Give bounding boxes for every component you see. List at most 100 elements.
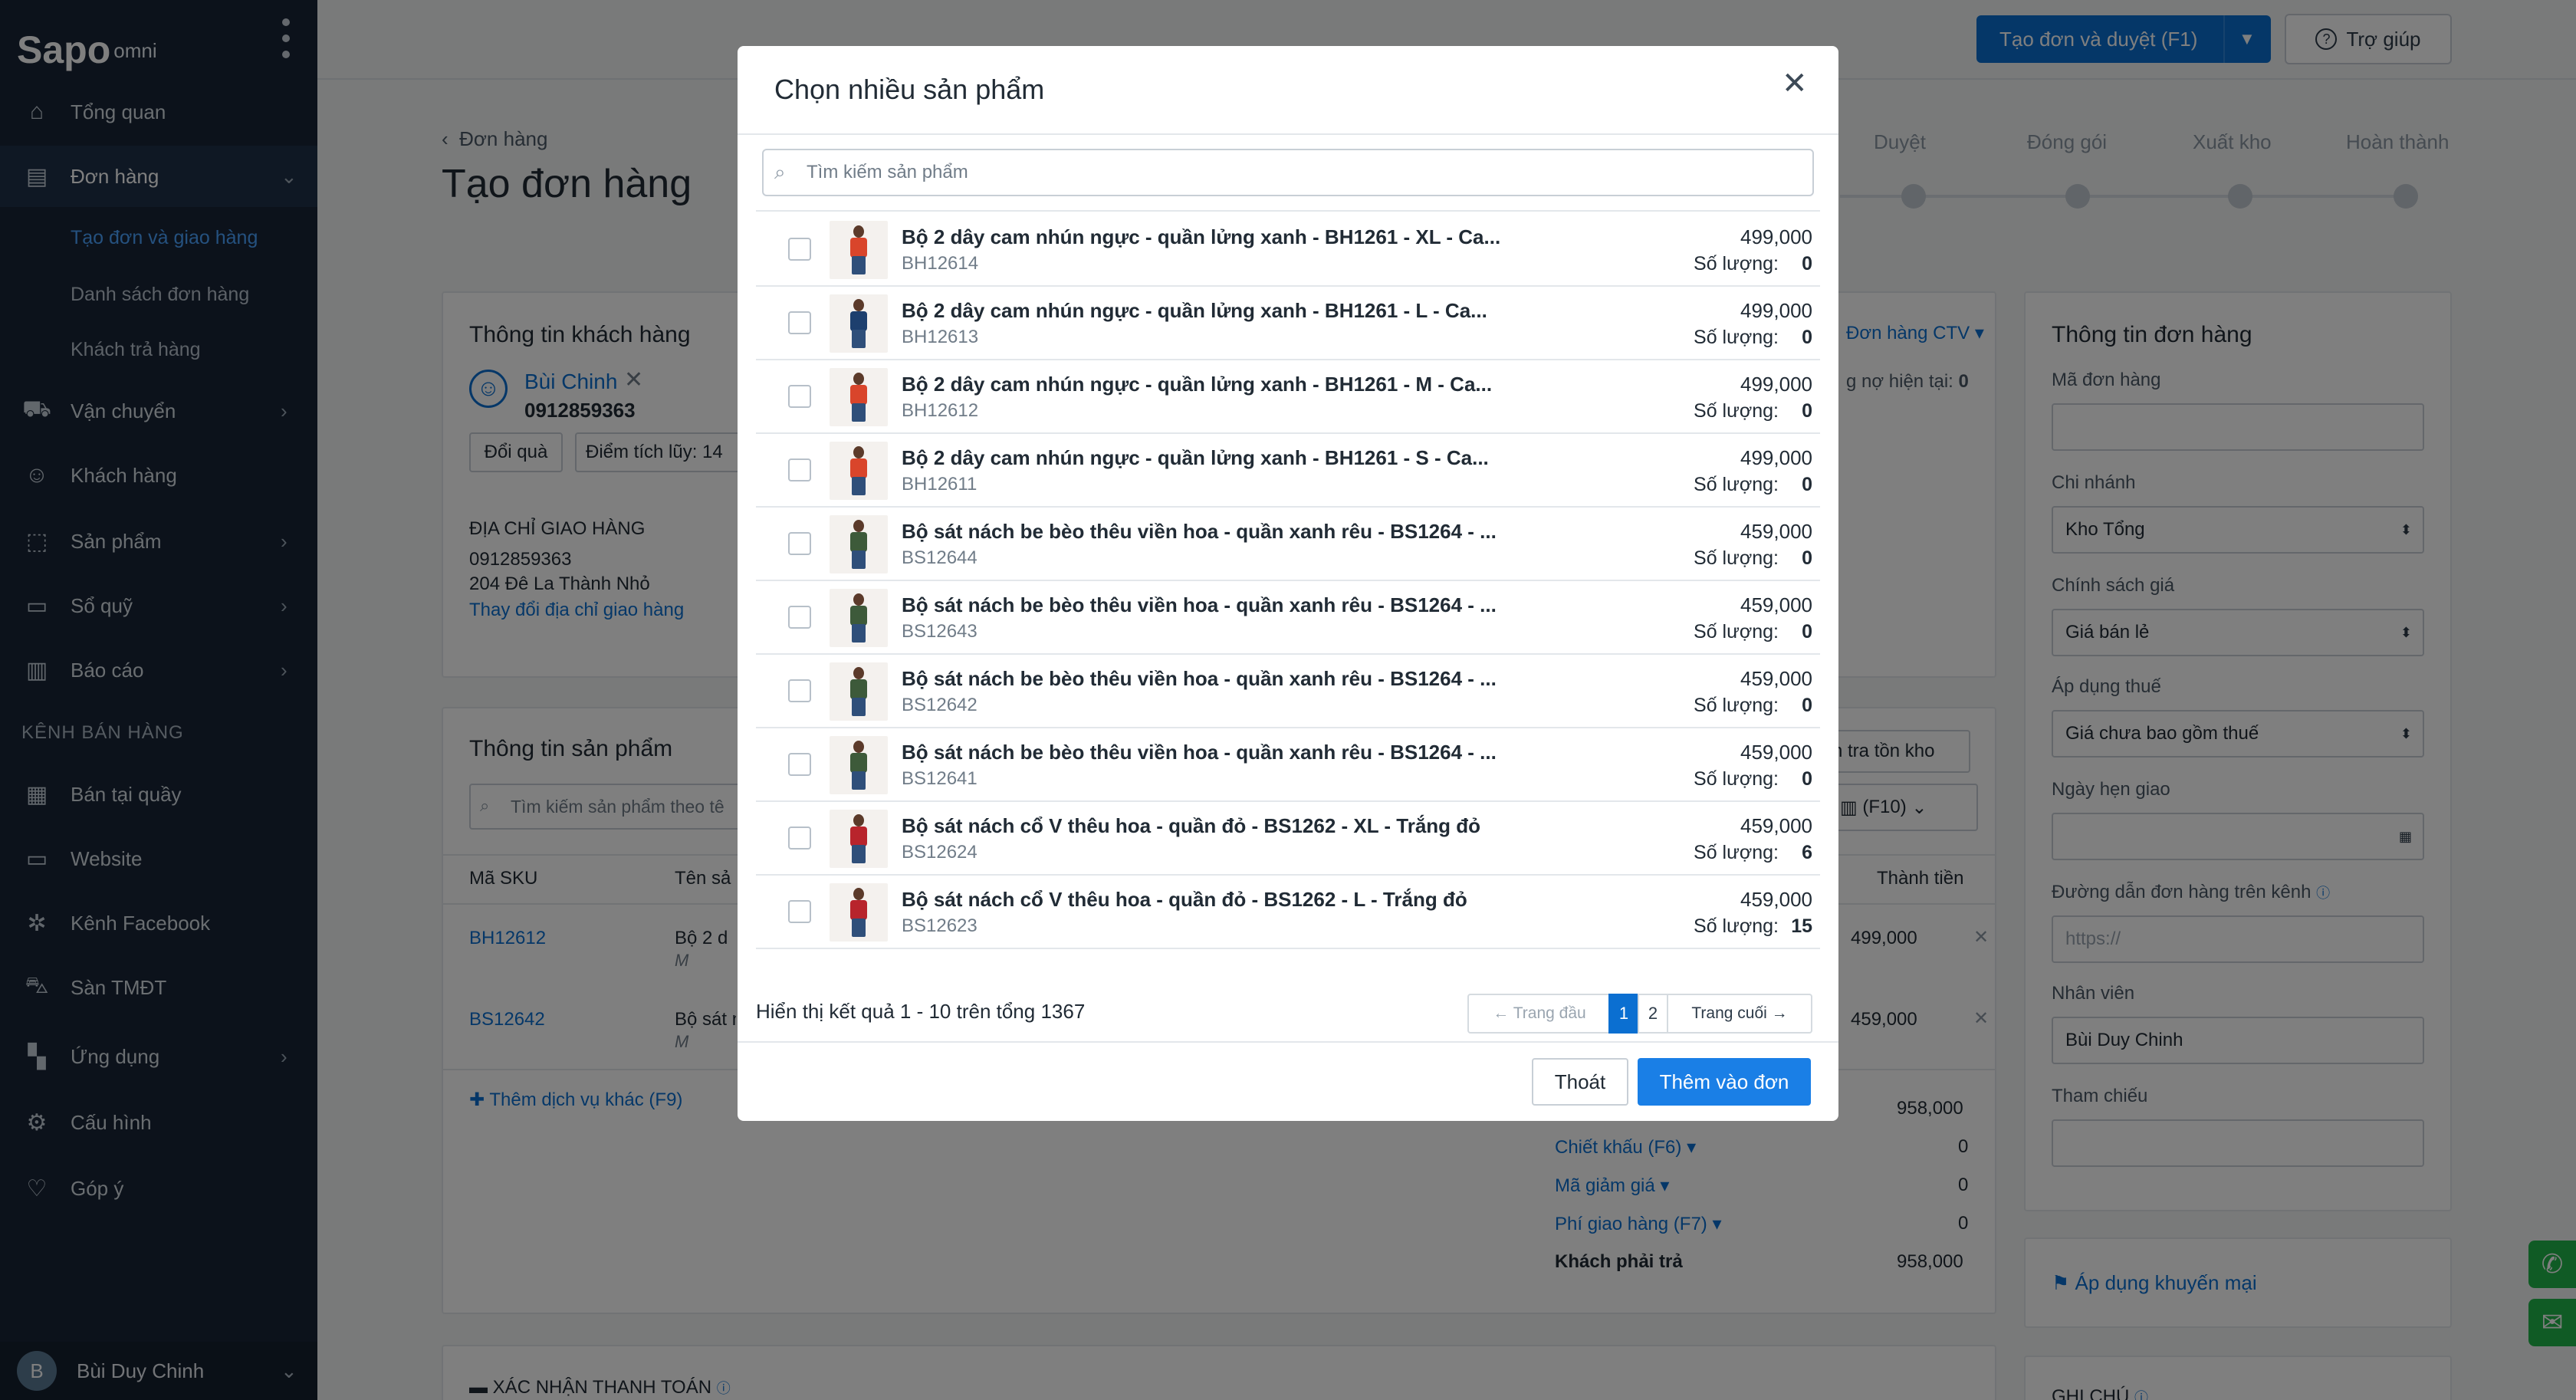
product-name: Bộ sát nách be bèo thêu viền hoa - quần … xyxy=(902,667,1497,690)
product-sku: BS12623 xyxy=(902,915,978,936)
qty-label: Số lượng: xyxy=(1694,547,1779,569)
product-name: Bộ 2 dây cam nhún ngực - quần lửng xanh … xyxy=(902,446,1489,469)
product-checkbox[interactable] xyxy=(788,827,811,850)
qty-value: 0 xyxy=(1802,474,1812,495)
product-price: 459,000 xyxy=(1740,520,1812,543)
product-name: Bộ sát nách cổ V thêu hoa - quần đỏ - BS… xyxy=(902,888,1467,911)
product-row[interactable]: Bộ 2 dây cam nhún ngực - quần lửng xanh … xyxy=(756,213,1820,287)
product-qty: Số lượng: 0 xyxy=(1694,253,1812,275)
qty-value: 0 xyxy=(1802,253,1812,274)
qty-value: 0 xyxy=(1802,695,1812,716)
product-thumbnail xyxy=(830,294,888,353)
product-thumbnail xyxy=(830,589,888,647)
product-name: Bộ sát nách cổ V thêu hoa - quần đỏ - BS… xyxy=(902,814,1481,837)
product-sku: BH12612 xyxy=(902,400,979,421)
product-sku: BS12642 xyxy=(902,695,978,715)
qty-value: 6 xyxy=(1802,842,1812,863)
qty-value: 0 xyxy=(1802,547,1812,569)
product-row[interactable]: Bộ 2 dây cam nhún ngực - quần lửng xanh … xyxy=(756,360,1820,434)
product-row[interactable]: Bộ sát nách be bèo thêu viền hoa - quần … xyxy=(756,655,1820,728)
product-qty: Số lượng: 0 xyxy=(1694,621,1812,643)
qty-label: Số lượng: xyxy=(1694,327,1779,348)
product-checkbox[interactable] xyxy=(788,679,811,702)
product-sku: BS12643 xyxy=(902,621,978,642)
qty-value: 0 xyxy=(1802,400,1812,422)
product-thumbnail xyxy=(830,368,888,426)
pager-last[interactable]: Trang cuối → xyxy=(1667,994,1812,1034)
product-thumbnail xyxy=(830,883,888,942)
product-checkbox[interactable] xyxy=(788,238,811,261)
product-checkbox[interactable] xyxy=(788,753,811,776)
product-row[interactable]: Bộ sát nách cổ V thêu hoa - quần đỏ - BS… xyxy=(756,802,1820,876)
product-checkbox[interactable] xyxy=(788,532,811,555)
select-products-modal: Chọn nhiều sản phẩm ✕ ⌕ Tìm kiếm sản phẩ… xyxy=(738,46,1838,1121)
product-sku: BS12624 xyxy=(902,842,978,863)
product-thumbnail xyxy=(830,515,888,573)
product-sku: BH12611 xyxy=(902,474,978,495)
exit-button[interactable]: Thoát xyxy=(1532,1058,1628,1106)
close-icon[interactable]: ✕ xyxy=(1782,66,1808,101)
product-qty: Số lượng: 0 xyxy=(1694,768,1812,790)
product-price: 499,000 xyxy=(1740,446,1812,469)
product-name: Bộ sát nách be bèo thêu viền hoa - quần … xyxy=(902,593,1497,616)
pager-page-1[interactable]: 1 xyxy=(1608,994,1639,1034)
product-checkbox[interactable] xyxy=(788,458,811,481)
product-price: 459,000 xyxy=(1740,888,1812,911)
product-sku: BS12644 xyxy=(902,547,978,568)
product-sku: BH12613 xyxy=(902,327,979,347)
product-price: 499,000 xyxy=(1740,225,1812,248)
product-checkbox[interactable] xyxy=(788,606,811,629)
product-row[interactable]: Bộ sát nách be bèo thêu viền hoa - quần … xyxy=(756,508,1820,581)
pager-first[interactable]: ← Trang đầu xyxy=(1467,994,1612,1034)
product-row[interactable]: Bộ 2 dây cam nhún ngực - quần lửng xanh … xyxy=(756,434,1820,508)
qty-label: Số lượng: xyxy=(1694,621,1779,642)
product-price: 459,000 xyxy=(1740,667,1812,690)
product-row[interactable]: Bộ sát nách be bèo thêu viền hoa - quần … xyxy=(756,581,1820,655)
product-qty: Số lượng: 0 xyxy=(1694,400,1812,422)
qty-label: Số lượng: xyxy=(1694,768,1779,790)
product-price: 459,000 xyxy=(1740,593,1812,616)
qty-value: 0 xyxy=(1802,327,1812,348)
search-icon: ⌕ xyxy=(774,160,786,183)
product-row[interactable]: Bộ sát nách cổ V thêu hoa - quần đỏ - BS… xyxy=(756,876,1820,949)
qty-label: Số lượng: xyxy=(1694,474,1779,495)
product-checkbox[interactable] xyxy=(788,900,811,923)
pager-page-2[interactable]: 2 xyxy=(1638,994,1668,1034)
product-qty: Số lượng: 6 xyxy=(1694,842,1812,864)
result-count: Hiển thị kết quả 1 - 10 trên tổng 1367 xyxy=(756,1000,1086,1023)
product-qty: Số lượng: 0 xyxy=(1694,474,1812,496)
product-price: 459,000 xyxy=(1740,814,1812,837)
qty-label: Số lượng: xyxy=(1694,842,1779,863)
qty-label: Số lượng: xyxy=(1694,400,1779,422)
product-qty: Số lượng: 0 xyxy=(1694,327,1812,349)
qty-value: 0 xyxy=(1802,768,1812,790)
product-row[interactable]: Bộ sát nách be bèo thêu viền hoa - quần … xyxy=(756,728,1820,802)
product-sku: BS12641 xyxy=(902,768,978,789)
product-sku: BH12614 xyxy=(902,253,979,274)
product-thumbnail xyxy=(830,221,888,279)
qty-label: Số lượng: xyxy=(1694,915,1779,937)
qty-value: 15 xyxy=(1791,915,1812,937)
modal-title: Chọn nhiều sản phẩm xyxy=(774,74,1045,105)
qty-value: 0 xyxy=(1802,621,1812,642)
product-name: Bộ sát nách be bèo thêu viền hoa - quần … xyxy=(902,520,1497,543)
product-row[interactable]: Bộ 2 dây cam nhún ngực - quần lửng xanh … xyxy=(756,287,1820,360)
qty-label: Số lượng: xyxy=(1694,695,1779,716)
product-qty: Số lượng: 15 xyxy=(1694,915,1812,938)
add-to-order-button[interactable]: Thêm vào đơn xyxy=(1638,1058,1811,1106)
product-name: Bộ sát nách be bèo thêu viền hoa - quần … xyxy=(902,741,1497,764)
modal-search-placeholder: Tìm kiếm sản phẩm xyxy=(807,162,968,182)
product-name: Bộ 2 dây cam nhún ngực - quần lửng xanh … xyxy=(902,225,1501,248)
product-checkbox[interactable] xyxy=(788,311,811,334)
product-qty: Số lượng: 0 xyxy=(1694,547,1812,570)
product-thumbnail xyxy=(830,810,888,868)
product-thumbnail xyxy=(830,662,888,721)
product-qty: Số lượng: 0 xyxy=(1694,695,1812,717)
product-name: Bộ 2 dây cam nhún ngực - quần lửng xanh … xyxy=(902,299,1487,322)
product-thumbnail xyxy=(830,442,888,500)
product-checkbox[interactable] xyxy=(788,385,811,408)
product-price: 499,000 xyxy=(1740,373,1812,396)
product-thumbnail xyxy=(830,736,888,794)
modal-search-input[interactable]: ⌕ Tìm kiếm sản phẩm xyxy=(762,149,1814,196)
product-price: 499,000 xyxy=(1740,299,1812,322)
